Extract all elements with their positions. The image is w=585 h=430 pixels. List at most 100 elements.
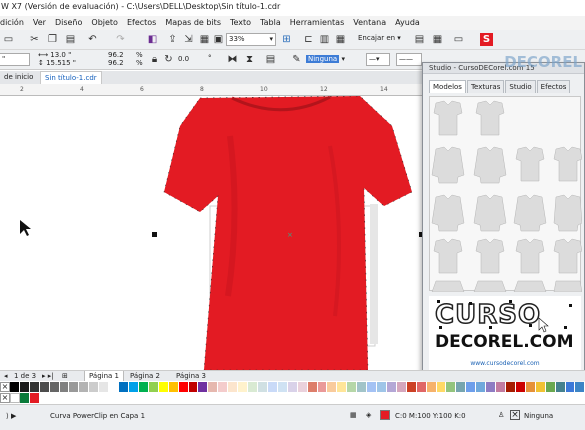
app-launcher-icon[interactable]: ▦ [431,33,444,46]
snap-to-dropdown[interactable]: Encajar en ▾ [358,34,401,42]
palette-swatch[interactable] [39,382,50,392]
swatch-green[interactable] [20,393,30,403]
tab-page-2[interactable]: Página 2 [130,371,160,381]
palette-swatch[interactable] [565,382,576,392]
tshirt-artwork[interactable]: × [0,96,425,370]
first-page-icon[interactable]: ◂ [4,371,8,381]
palette-swatch[interactable] [347,382,358,392]
position-fields[interactable]: ⟷ 13.0 " ↕ 15.515 " [38,51,76,67]
palette-swatch[interactable] [367,382,378,392]
palette-swatch[interactable] [317,382,328,392]
palette-swatch[interactable] [138,382,149,392]
redo-icon[interactable]: ↷ [114,33,127,46]
outline-none-select[interactable]: Ninguna ▾ [306,55,345,63]
object-properties-icon[interactable]: ▦ [350,411,357,419]
menu-item-tabla[interactable]: Tabla [260,16,281,30]
palette-swatch[interactable] [486,382,497,392]
add-page-icon[interactable]: ⊞ [62,371,68,381]
fill-color-swatch[interactable] [380,410,390,420]
scale-fields[interactable]: 96.2 96.2 [108,51,124,67]
palette-swatch[interactable] [228,382,239,392]
palette-swatch[interactable] [178,382,189,392]
palette-swatch[interactable] [575,382,585,392]
cut-icon[interactable]: ✂ [28,33,41,46]
palette-swatch[interactable] [406,382,417,392]
palette-swatch[interactable] [168,382,179,392]
palette-swatch[interactable] [386,382,397,392]
palette-swatch[interactable] [218,382,229,392]
palette-swatch[interactable] [89,382,100,392]
palette-swatch[interactable] [496,382,507,392]
palette-swatch[interactable] [267,382,278,392]
tab-welcome[interactable]: de inicio [0,71,37,84]
tab-page-3[interactable]: Página 3 [176,371,206,381]
import-icon[interactable]: ◧ [146,33,159,46]
width-field[interactable]: " [0,53,30,66]
palette-swatch[interactable] [297,382,308,392]
line-style-select[interactable]: —▾ [366,53,390,66]
menu-item-ayuda[interactable]: Ayuda [395,16,420,30]
palette-swatch[interactable] [426,382,437,392]
wrap-text-icon[interactable]: ▤ [264,53,277,66]
full-screen-icon[interactable]: ⊞ [280,33,293,46]
save-icon[interactable]: ▭ [2,33,15,46]
launcher-icon[interactable]: ▣ [212,33,225,46]
palette-swatch[interactable] [436,382,447,392]
menu-item-ventana[interactable]: Ventana [353,16,386,30]
palette-swatch[interactable] [79,382,90,392]
tab-page-1[interactable]: Página 1 [84,371,124,381]
palette-swatch[interactable] [19,382,30,392]
palette-swatch[interactable] [257,382,268,392]
outline-pen-icon[interactable]: ♙ [498,411,504,419]
palette-swatch[interactable] [456,382,467,392]
palette-swatch[interactable] [327,382,338,392]
next-page-icon[interactable]: ▸ ▸| [42,371,54,381]
palette-swatch[interactable] [69,382,80,392]
palette-swatch[interactable] [515,382,526,392]
status-prev-icon[interactable]: ⟩ ▶ [6,412,16,420]
tab-texturas[interactable]: Texturas [466,80,505,93]
palette-swatch[interactable] [208,382,219,392]
palette-swatch[interactable] [396,382,407,392]
no-color-swatch[interactable]: × [0,393,10,403]
pdf-icon[interactable]: ▦ [198,33,211,46]
palette-swatch[interactable] [128,382,139,392]
document-palette[interactable]: × [0,393,585,404]
palette-swatch[interactable] [238,382,249,392]
palette-swatch[interactable] [545,382,556,392]
publish-icon[interactable]: ⇲ [182,33,195,46]
pen-icon[interactable]: ✎ [290,53,303,66]
mirror-v-icon[interactable]: ⧗ [243,53,256,66]
studio-docker[interactable]: Studio - CursoDECorel.com 15 DECOREL Mod… [422,53,585,378]
arrow-style-select[interactable]: —— [396,53,422,66]
palette-swatch[interactable] [476,382,487,392]
drawing-canvas[interactable]: × [0,96,425,370]
menu-item-mapas[interactable]: Mapas de bits [165,16,221,30]
rotate-icon[interactable]: ↻ [162,53,175,66]
monitor-icon[interactable]: ▭ [452,33,465,46]
guides-icon[interactable]: ▦ [334,33,347,46]
tab-efectos[interactable]: Efectos [536,80,571,93]
palette-swatch[interactable] [287,382,298,392]
zoom-select[interactable]: 33% ▾ [226,33,276,46]
menu-item-herramientas[interactable]: Herramientas [290,16,345,30]
angle-value[interactable]: 0.0 [178,55,189,63]
copy-icon[interactable]: ❐ [46,33,59,46]
fill-bucket-icon[interactable]: ◈ [366,411,371,419]
menu-item-diseno[interactable]: Diseño [55,16,82,30]
palette-swatch[interactable] [357,382,368,392]
palette-swatch[interactable] [9,382,20,392]
undo-icon[interactable]: ↶ [86,33,99,46]
palette-swatch[interactable] [158,382,169,392]
menu-item-objeto[interactable]: Objeto [91,16,118,30]
palette-swatch[interactable] [248,382,258,392]
swatch-white[interactable] [10,393,20,403]
palette-swatch[interactable] [466,382,477,392]
palette-swatch[interactable] [188,382,199,392]
color-palette[interactable]: × [0,382,585,393]
palette-swatch[interactable] [416,382,427,392]
palette-swatch[interactable] [337,382,348,392]
palette-swatch[interactable] [59,382,70,392]
palette-swatch[interactable] [198,382,209,392]
menu-item-edicion[interactable]: dición [0,16,24,30]
